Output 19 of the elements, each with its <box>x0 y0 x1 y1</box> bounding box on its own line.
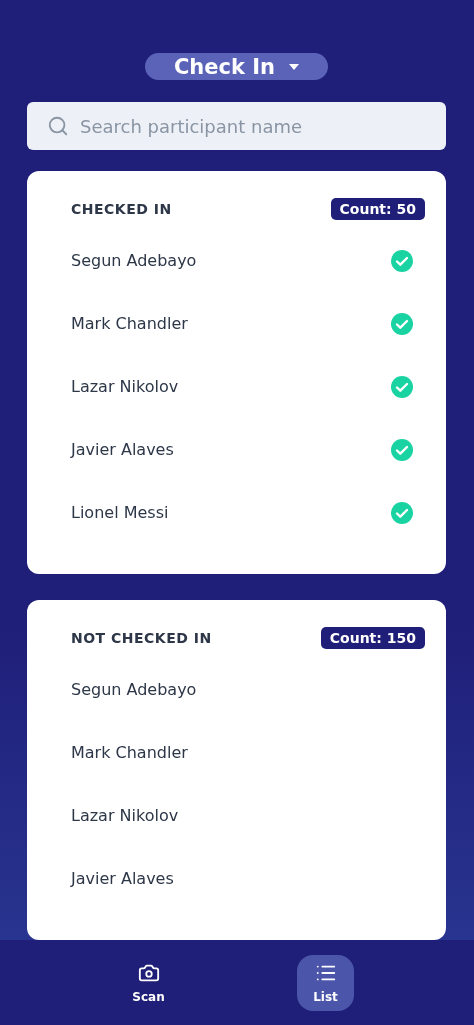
search-icon <box>47 115 69 137</box>
participant-name: Mark Chandler <box>71 314 188 333</box>
participant-name: Mark Chandler <box>71 743 188 762</box>
check-in-dropdown[interactable]: Check In <box>145 53 328 80</box>
participant-name: Lazar Nikolov <box>71 806 179 825</box>
nav-tab[interactable]: List <box>297 954 354 1011</box>
participant-name: Segun Adebayo <box>71 251 197 270</box>
participant-name: Segun Adebayo <box>71 680 197 699</box>
participant-name: Lionel Messi <box>71 503 169 522</box>
participant-name: Lazar Nikolov <box>71 377 179 396</box>
participant-name: Javier Alaves <box>71 440 174 459</box>
caret-icon <box>289 63 300 70</box>
nav-tab[interactable]: Scan <box>120 954 177 1011</box>
section-title: NOT CHECKED IN <box>71 630 212 646</box>
section-title: CHECKED IN <box>71 201 172 217</box>
participant-name: Javier Alaves <box>71 869 174 888</box>
count-badge: Count: 150 <box>320 627 425 649</box>
search-field[interactable]: Search participant name <box>27 102 446 150</box>
count-badge: Count: 50 <box>330 198 425 220</box>
